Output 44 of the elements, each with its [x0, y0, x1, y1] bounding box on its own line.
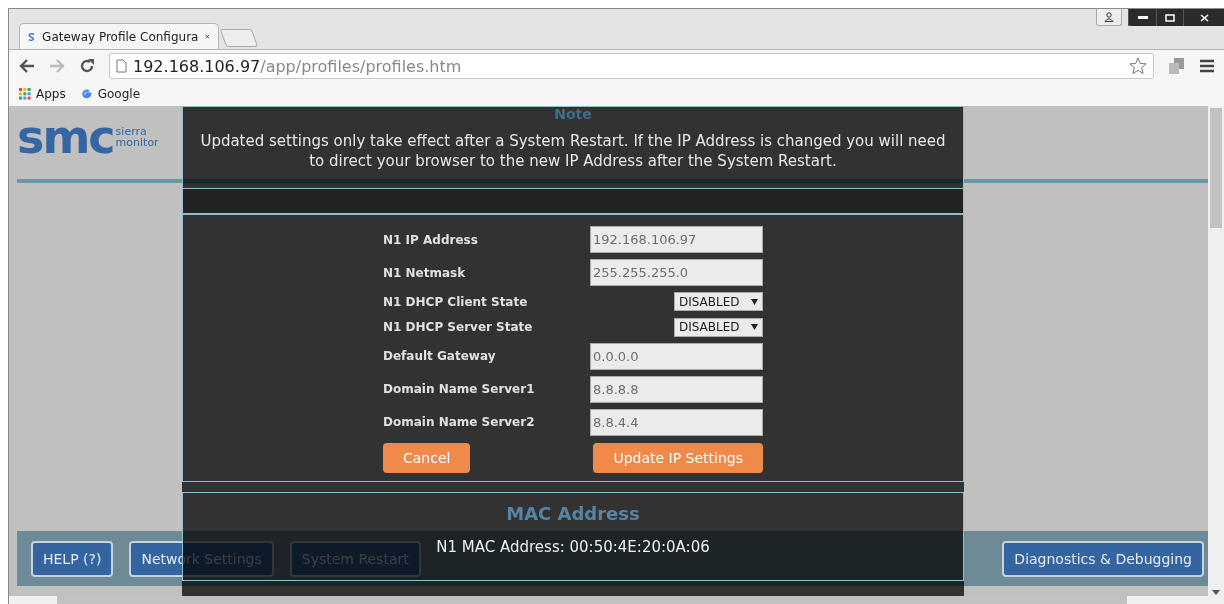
minimize-icon: [1137, 15, 1148, 20]
caret-icon: [751, 298, 758, 305]
dialog-title: Note: [554, 107, 592, 121]
dropdown[interactable]: DISABLED: [674, 292, 763, 312]
field-label: Default Gateway: [383, 349, 496, 364]
menu-icon[interactable]: [1200, 59, 1214, 73]
caret-icon: [751, 324, 758, 331]
browser-tab[interactable]: Gateway Profile Configura: [19, 23, 219, 49]
field-label: Domain Name Server2: [383, 415, 535, 430]
section-title: MAC Address: [506, 503, 640, 524]
logo-wordmark: smc: [17, 116, 114, 158]
field-label: Domain Name Server1: [383, 382, 535, 397]
field-label: N1 DHCP Server State: [383, 320, 533, 335]
field-label: N1 IP Address: [383, 232, 478, 247]
input-field[interactable]: 8.8.4.4: [590, 408, 763, 436]
close-icon: [1199, 13, 1209, 22]
input-field[interactable]: 8.8.8.8: [590, 375, 763, 403]
page-icon: [116, 59, 127, 73]
back-icon[interactable]: [19, 59, 35, 73]
reload-icon[interactable]: [79, 58, 95, 74]
scrollbar-thumb[interactable]: [1210, 108, 1222, 228]
nav-button[interactable]: Diagnostics & Debugging: [1002, 540, 1204, 577]
input-field[interactable]: 255.255.255.0: [590, 259, 763, 287]
star-icon[interactable]: [1129, 57, 1147, 75]
field-label: N1 Netmask: [383, 265, 466, 280]
person-icon: [1104, 12, 1114, 22]
nav-button[interactable]: HELP (?): [31, 540, 114, 577]
input-field[interactable]: 192.168.106.97: [590, 226, 763, 254]
extension-icon[interactable]: [1168, 57, 1186, 75]
google-icon: [79, 87, 93, 101]
apps-grid-icon: [19, 88, 31, 100]
dropdown[interactable]: DISABLED: [674, 317, 763, 337]
logo-tagline: sierra monitor: [115, 124, 159, 148]
bookmark-link[interactable]: Apps: [19, 87, 66, 101]
profile-button[interactable]: [1096, 9, 1122, 26]
maximize-icon: [1165, 13, 1175, 22]
bookmark-link[interactable]: Google: [79, 87, 141, 101]
field-label: N1 DHCP Client State: [383, 294, 528, 309]
address-bar[interactable]: 192.168.106.97/app/profiles/profiles.htm: [109, 53, 1154, 79]
note-message: Updated settings only take effect after a System Restart. If the IP Address is changed you will need to direct your browser to the new IP Address after the System Restart.: [199, 131, 947, 171]
close-icon[interactable]: [205, 32, 210, 41]
mac-address-text: N1 MAC Address: 00:50:4E:20:0A:06: [436, 538, 710, 556]
input-field[interactable]: 0.0.0.0: [590, 342, 763, 370]
vertical-scrollbar[interactable]: [1208, 106, 1224, 596]
